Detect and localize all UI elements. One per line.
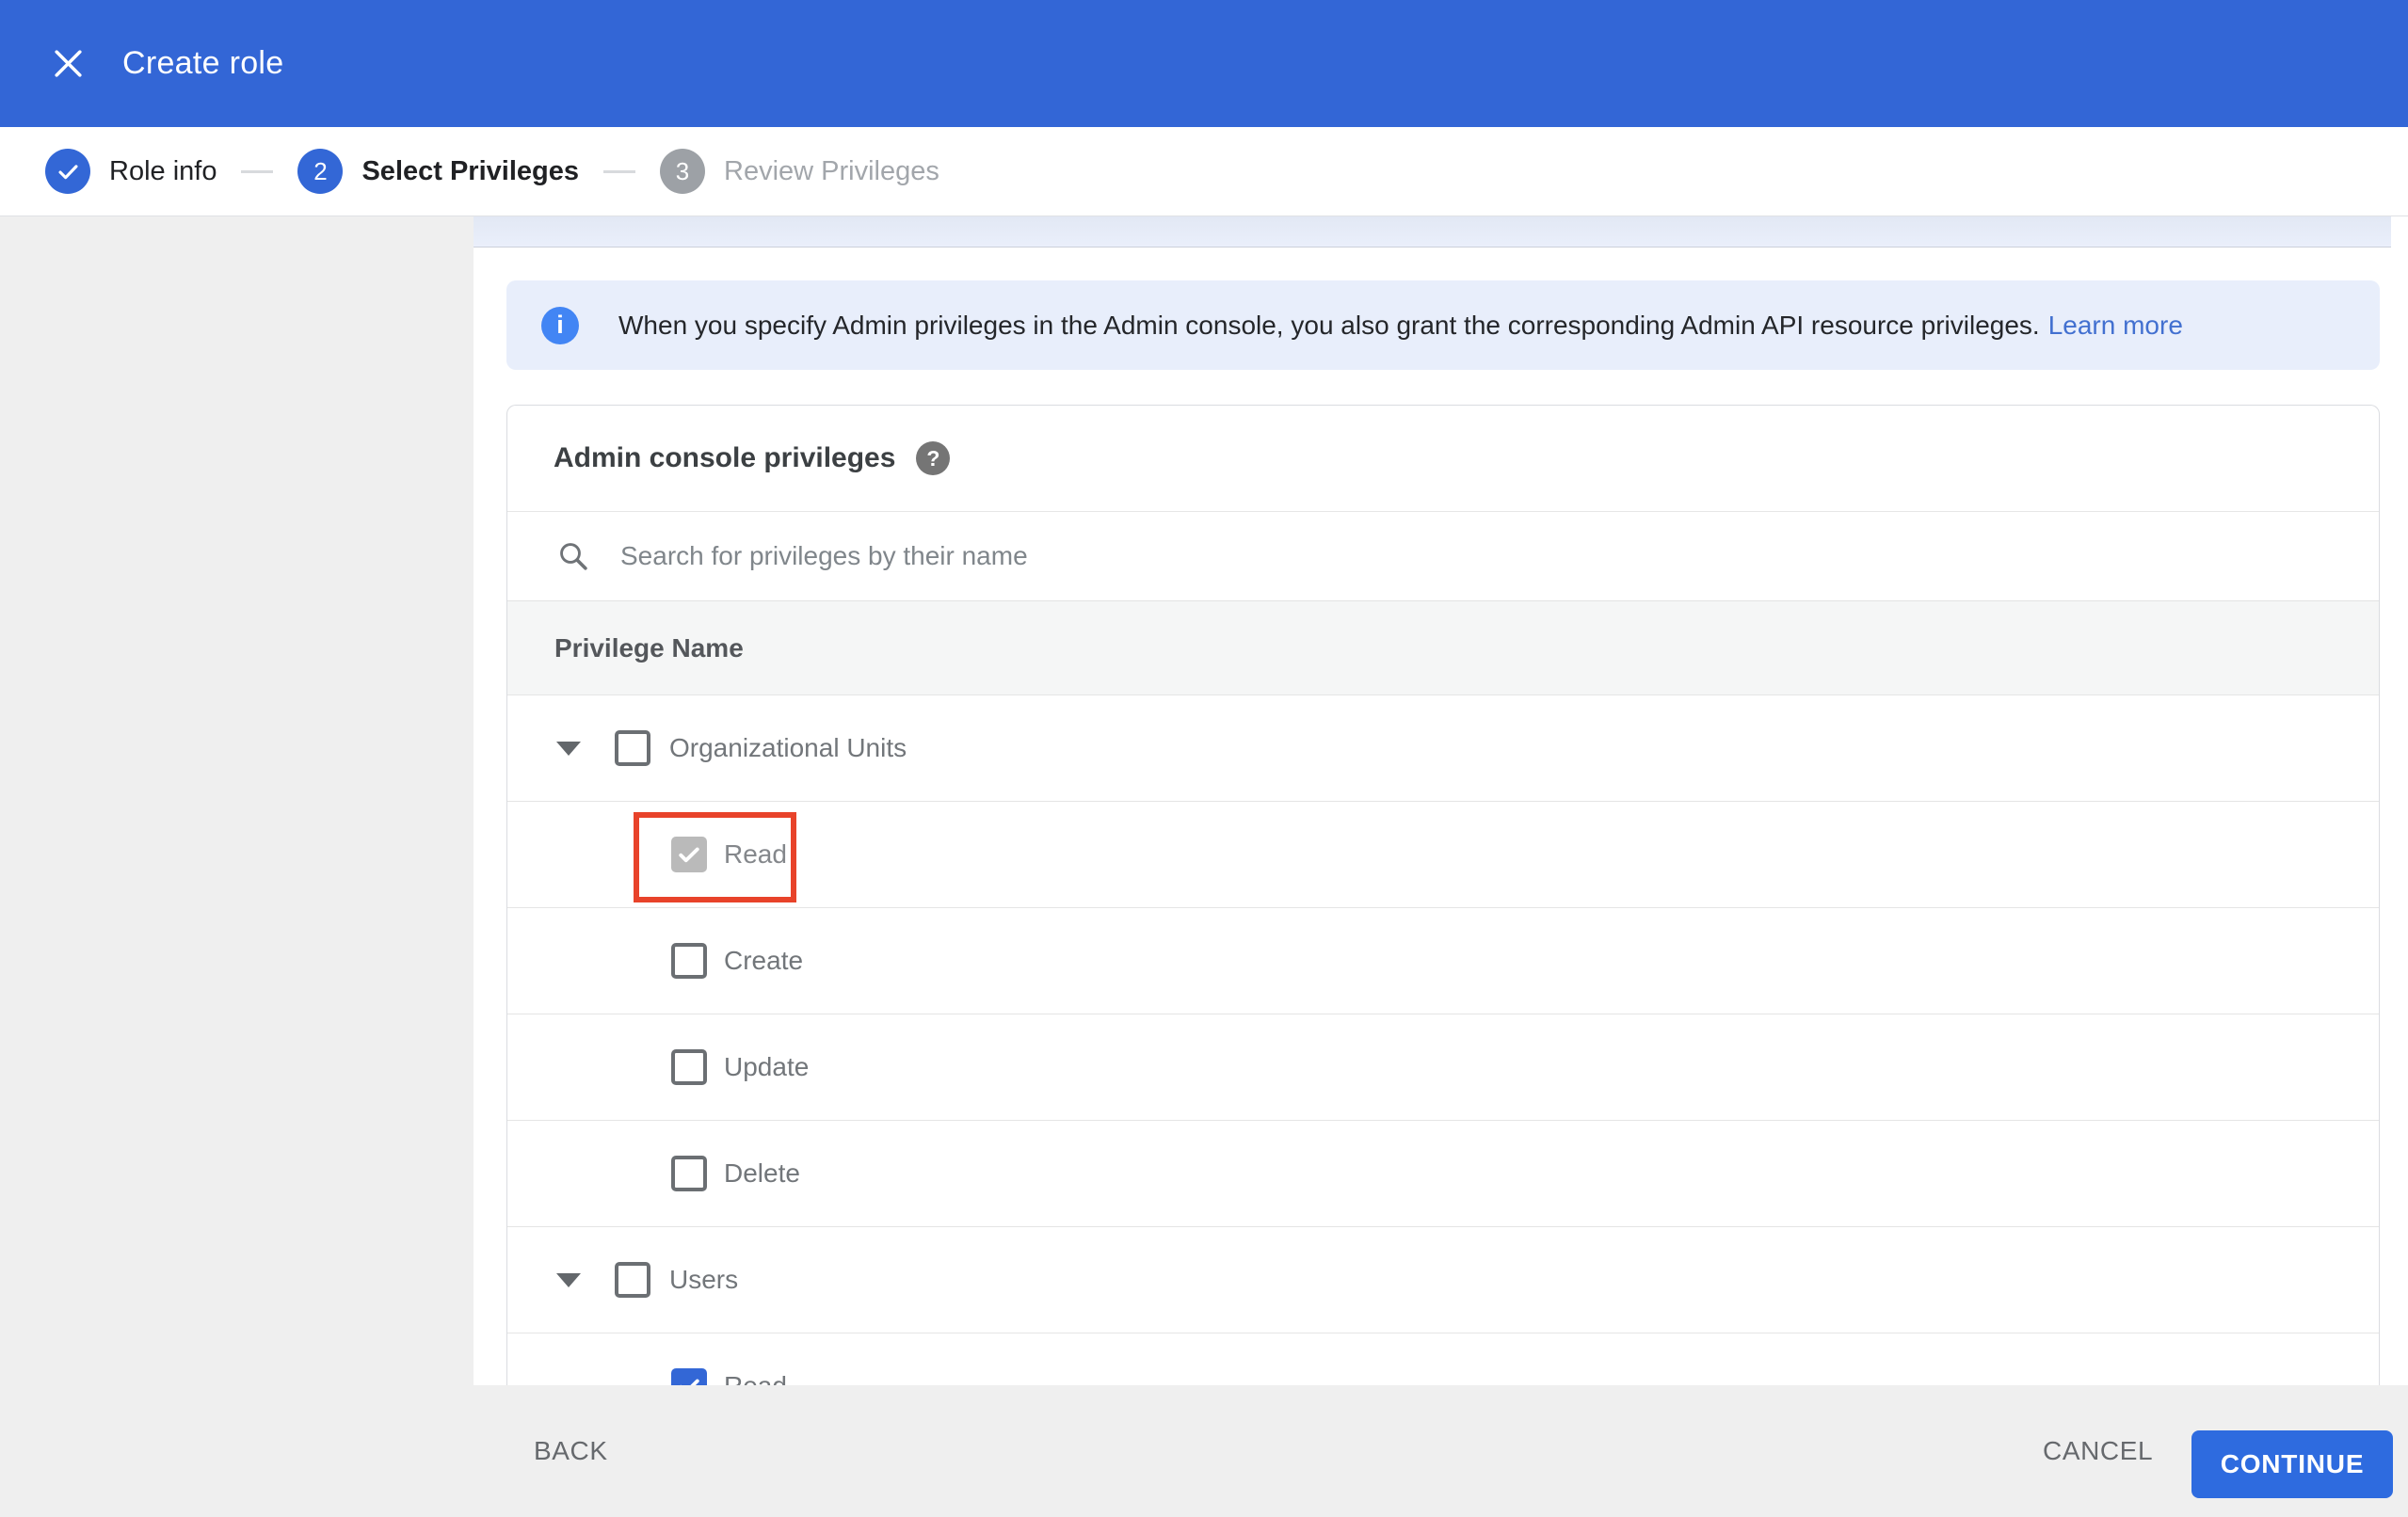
table-column-header: Privilege Name: [507, 600, 2379, 695]
page-title: Create role: [122, 45, 284, 81]
collapse-triangle-icon[interactable]: [556, 741, 581, 756]
step-label: Review Privileges: [724, 155, 939, 186]
table-row: Update: [507, 1014, 2379, 1120]
continue-button[interactable]: CONTINUE: [2191, 1430, 2393, 1498]
privilege-label: Read: [724, 1371, 787, 1385]
step-label: Role info: [109, 155, 217, 186]
main-content: i When you specify Admin privileges in t…: [474, 216, 2408, 1385]
privilege-label: Create: [724, 946, 804, 975]
privilege-label: Read: [724, 839, 787, 869]
table-row: Delete: [507, 1120, 2379, 1226]
scrolled-panel-edge: [474, 216, 2391, 248]
info-icon: i: [541, 306, 579, 344]
step-review-privileges[interactable]: 3 Review Privileges: [660, 149, 939, 194]
checkbox-users-read-checked[interactable]: [671, 1368, 707, 1385]
cancel-button[interactable]: CANCEL: [2043, 1436, 2153, 1466]
privileges-card: Admin console privileges ? Privilege Nam…: [506, 405, 2380, 1385]
search-input[interactable]: [618, 540, 2128, 572]
stepper: Role info 2 Select Privileges 3 Review P…: [0, 127, 2408, 216]
step-connector: [603, 169, 635, 173]
close-button[interactable]: [45, 41, 90, 87]
step-number: 3: [660, 149, 705, 194]
checkbox-delete[interactable]: [671, 1156, 707, 1191]
check-icon: [679, 847, 699, 863]
collapse-triangle-icon[interactable]: [556, 1272, 581, 1287]
step-label: Select Privileges: [361, 155, 579, 186]
checkbox-read-checked[interactable]: [671, 837, 707, 872]
privilege-label: Users: [669, 1265, 739, 1294]
checkbox-organizational-units[interactable]: [615, 730, 650, 766]
back-button[interactable]: BACK: [534, 1436, 608, 1466]
close-icon: [51, 46, 86, 81]
table-row: Read: [507, 801, 2379, 907]
search-icon: [556, 539, 590, 573]
help-icon[interactable]: ?: [916, 441, 951, 475]
table-row: Read: [507, 1333, 2379, 1385]
search-row: [507, 511, 2379, 600]
footer-bar: BACK CANCEL CONTINUE: [0, 1385, 2408, 1517]
step-role-info[interactable]: Role info: [45, 149, 217, 194]
table-row: Organizational Units: [507, 695, 2379, 801]
left-gutter-panel: [0, 216, 474, 1385]
table-row: Users: [507, 1226, 2379, 1333]
privilege-label: Delete: [724, 1158, 800, 1188]
step-number: 2: [297, 149, 344, 194]
app-bar: Create role: [0, 0, 2408, 127]
privilege-label: Organizational Units: [669, 733, 907, 762]
table-row: Create: [507, 907, 2379, 1014]
step-connector: [241, 169, 274, 173]
step-select-privileges[interactable]: 2 Select Privileges: [297, 149, 579, 194]
privilege-label: Update: [724, 1052, 810, 1081]
checkbox-create[interactable]: [671, 943, 707, 979]
card-title: Admin console privileges: [554, 442, 896, 473]
check-icon: [680, 1379, 699, 1385]
learn-more-link[interactable]: Learn more: [2048, 311, 2183, 340]
banner-text: When you specify Admin privileges in the…: [618, 310, 2183, 340]
checkbox-update[interactable]: [671, 1049, 707, 1085]
card-title-row: Admin console privileges ?: [507, 406, 2379, 511]
checkbox-users[interactable]: [615, 1262, 650, 1298]
step-completed-check-icon: [45, 149, 90, 194]
info-banner: i When you specify Admin privileges in t…: [506, 280, 2380, 370]
